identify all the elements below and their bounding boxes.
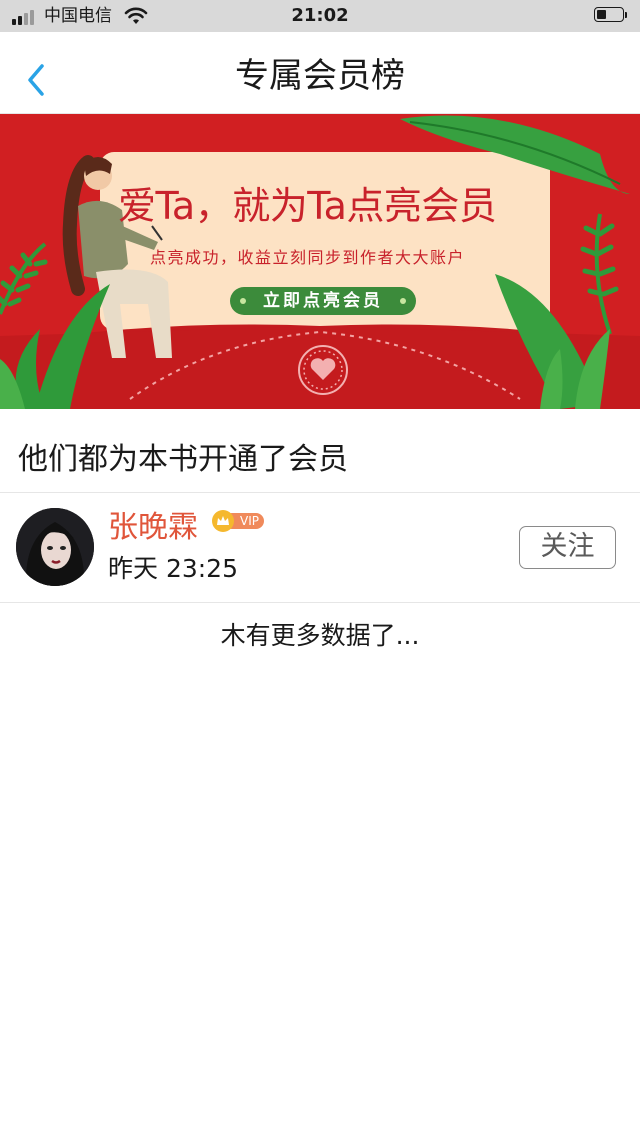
- button-dot-right: [400, 298, 406, 304]
- status-bar: 中国电信 21:02: [0, 0, 640, 32]
- section-title: 他们都为本书开通了会员: [18, 442, 348, 477]
- page-title: 专属会员榜: [235, 56, 405, 96]
- activate-membership-button[interactable]: 立即点亮会员: [230, 287, 416, 315]
- vip-badge: VIP: [212, 510, 264, 532]
- list-item[interactable]: 张晚霖 VIP 昨天 23:25 关注: [0, 494, 640, 602]
- member-name[interactable]: 张晚霖: [108, 508, 198, 548]
- nav-bar: 专属会员榜: [0, 32, 640, 114]
- banner-subtitle: 点亮成功，收益立刻同步到作者大大账户: [150, 248, 466, 267]
- avatar-image: [16, 508, 94, 586]
- divider: [0, 602, 640, 603]
- clock: 21:02: [291, 5, 349, 26]
- battery-tip: [625, 12, 627, 18]
- crown-icon: [212, 510, 234, 532]
- banner-headline: 爱Ta，就为Ta点亮会员: [118, 184, 497, 228]
- follow-button[interactable]: 关注: [519, 526, 616, 569]
- battery-icon: [594, 7, 624, 22]
- button-dot-left: [240, 298, 246, 304]
- divider: [0, 492, 640, 493]
- activate-membership-label: 立即点亮会员: [263, 291, 383, 311]
- promo-banner[interactable]: 爱Ta，就为Ta点亮会员 点亮成功，收益立刻同步到作者大大账户 立即点亮会员: [0, 114, 640, 409]
- avatar[interactable]: [16, 508, 94, 586]
- member-time: 昨天 23:25: [108, 554, 238, 583]
- no-more-data-text: 木有更多数据了...: [220, 621, 420, 650]
